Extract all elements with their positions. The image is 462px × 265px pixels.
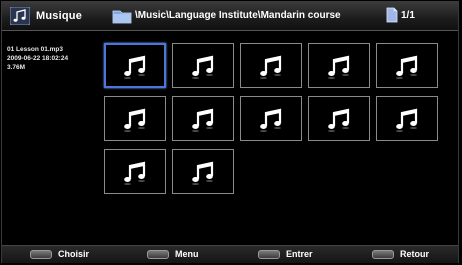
folder-icon	[112, 10, 132, 24]
file-grid	[104, 43, 456, 194]
music-note-icon	[188, 104, 218, 134]
music-note-icon	[120, 51, 150, 81]
music-note-icon	[324, 51, 354, 81]
hint-enter-label: Entrer	[286, 249, 313, 259]
hint-choose-label: Choisir	[58, 249, 90, 259]
music-note-icon	[256, 104, 286, 134]
music-file-tile[interactable]	[172, 96, 234, 141]
menu-key-icon	[147, 249, 169, 259]
music-note-icon	[256, 51, 286, 81]
music-note-icon	[120, 104, 150, 134]
music-file-tile[interactable]	[240, 43, 302, 88]
music-note-icon	[324, 104, 354, 134]
ok-key-icon	[30, 249, 52, 259]
music-file-tile[interactable]	[308, 43, 370, 88]
music-note-icon	[120, 157, 150, 187]
hint-enter[interactable]: Entrer	[258, 249, 313, 259]
music-note-icon	[188, 157, 218, 187]
music-app-icon	[10, 7, 30, 25]
music-note-icon	[392, 51, 422, 81]
enter-key-icon	[258, 249, 280, 259]
music-file-tile[interactable]	[104, 96, 166, 141]
hint-menu[interactable]: Menu	[147, 249, 199, 259]
music-file-tile[interactable]	[376, 96, 438, 141]
music-file-tile[interactable]	[104, 43, 166, 88]
page-icon	[386, 7, 398, 23]
hint-choose[interactable]: Choisir	[30, 249, 89, 259]
folder-path: \Music\Language Institute\Mandarin cours…	[135, 10, 341, 21]
music-file-tile[interactable]	[172, 149, 234, 194]
hint-back[interactable]: Retour	[372, 249, 429, 259]
header-bar: Musique \Music\Language Institute\Mandar…	[2, 2, 458, 31]
music-file-tile[interactable]	[376, 43, 438, 88]
music-file-tile[interactable]	[172, 43, 234, 88]
music-file-tile[interactable]	[308, 96, 370, 141]
music-file-tile[interactable]	[104, 149, 166, 194]
hint-menu-label: Menu	[175, 249, 199, 259]
app-title: Musique	[36, 10, 83, 22]
file-info-panel: 01 Lesson 01.mp3 2009-06-22 18:02:24 3.7…	[7, 45, 68, 72]
music-note-icon	[188, 51, 218, 81]
music-file-tile[interactable]	[240, 96, 302, 141]
footer-bar: Choisir Menu Entrer Retour	[2, 245, 458, 263]
music-note-icon	[392, 104, 422, 134]
file-name: 01 Lesson 01.mp3	[7, 46, 63, 53]
hint-back-label: Retour	[400, 249, 429, 259]
file-size: 3.76M	[7, 64, 26, 71]
back-key-icon	[372, 249, 394, 259]
file-date: 2009-06-22 18:02:24	[7, 55, 69, 62]
page-indicator: 1/1	[401, 10, 415, 21]
